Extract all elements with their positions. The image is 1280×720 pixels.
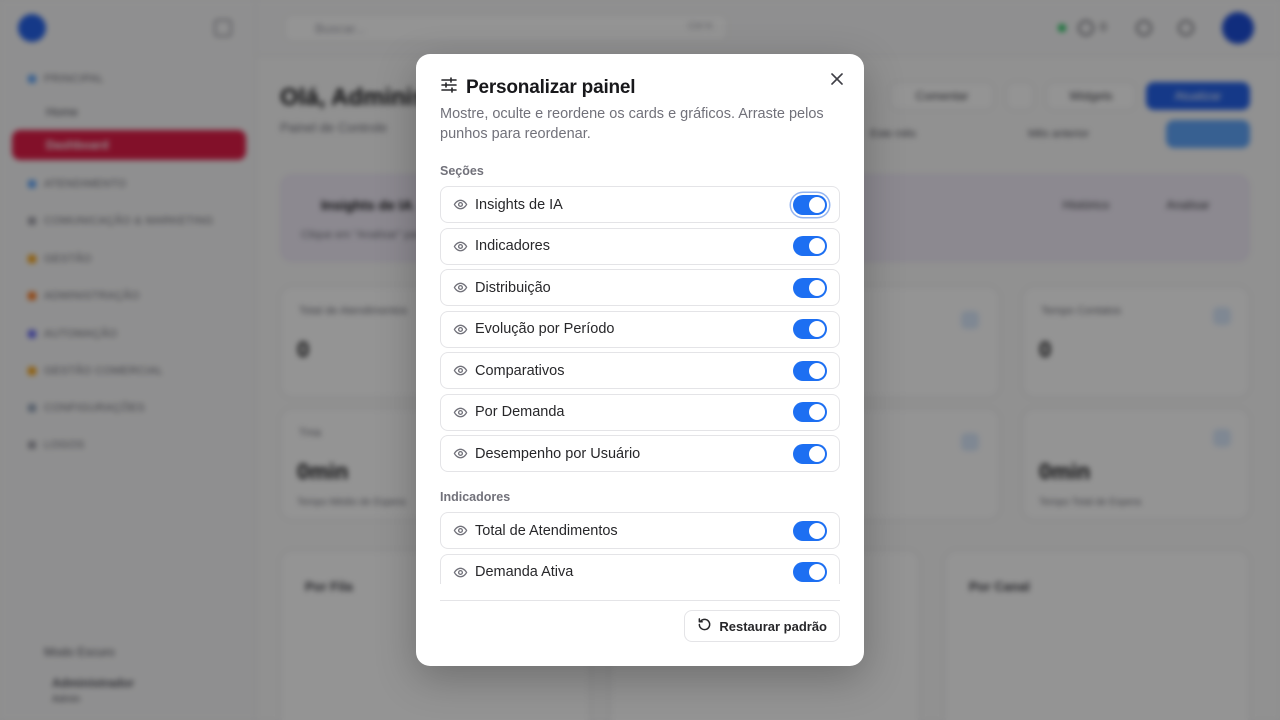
eye-icon[interactable] [453, 197, 468, 212]
close-button[interactable] [826, 70, 848, 92]
section-row-evolucao[interactable]: Evolução por Período [440, 310, 840, 348]
section-row-insights[interactable]: Insights de IA [440, 186, 840, 223]
section-row-distribuicao[interactable]: Distribuição [440, 269, 840, 306]
eye-icon[interactable] [453, 523, 468, 538]
section-row-indicadores[interactable]: Indicadores [440, 227, 840, 265]
eye-icon[interactable] [453, 239, 468, 254]
restore-default-button[interactable]: Restaurar padrão [684, 610, 840, 642]
eye-icon[interactable] [453, 322, 468, 337]
footer-divider [440, 600, 840, 601]
eye-icon[interactable] [453, 446, 468, 461]
settings-scroll-area[interactable]: Seções Insights de IA Indicadores Distri… [440, 158, 840, 584]
toggle-switch[interactable] [793, 360, 827, 381]
eye-icon[interactable] [453, 280, 468, 295]
section-row-comparativos[interactable]: Comparativos [440, 352, 840, 389]
rotate-ccw-icon [697, 617, 719, 635]
indicators-heading: Indicadores [440, 490, 511, 504]
section-row-desempenho[interactable]: Desempenho por Usuário [440, 435, 840, 472]
eye-icon[interactable] [453, 405, 468, 420]
customize-dashboard-dialog: Personalizar painel Mostre, oculte e reo… [416, 54, 864, 666]
sliders-icon [440, 76, 466, 99]
indicator-row-demanda-ativa[interactable]: Demanda Ativa [440, 553, 840, 584]
toggle-switch[interactable] [793, 562, 827, 582]
eye-icon[interactable] [453, 565, 468, 580]
indicator-row-total-atendimentos[interactable]: Total de Atendimentos [440, 512, 840, 549]
toggle-switch[interactable] [793, 236, 827, 256]
sections-heading: Seções [440, 164, 484, 178]
toggle-switch[interactable] [793, 194, 827, 215]
toggle-switch[interactable] [793, 443, 827, 464]
dialog-header: Personalizar painel [440, 76, 636, 99]
toggle-switch[interactable] [793, 319, 827, 339]
dialog-description: Mostre, oculte e reordene os cards e grá… [440, 106, 824, 142]
toggle-switch[interactable] [793, 520, 827, 541]
close-icon [831, 72, 843, 90]
dialog-title: Personalizar painel [466, 76, 636, 98]
toggle-switch[interactable] [793, 402, 827, 422]
eye-icon[interactable] [453, 363, 468, 378]
toggle-switch[interactable] [793, 277, 827, 298]
section-row-por-demanda[interactable]: Por Demanda [440, 393, 840, 431]
